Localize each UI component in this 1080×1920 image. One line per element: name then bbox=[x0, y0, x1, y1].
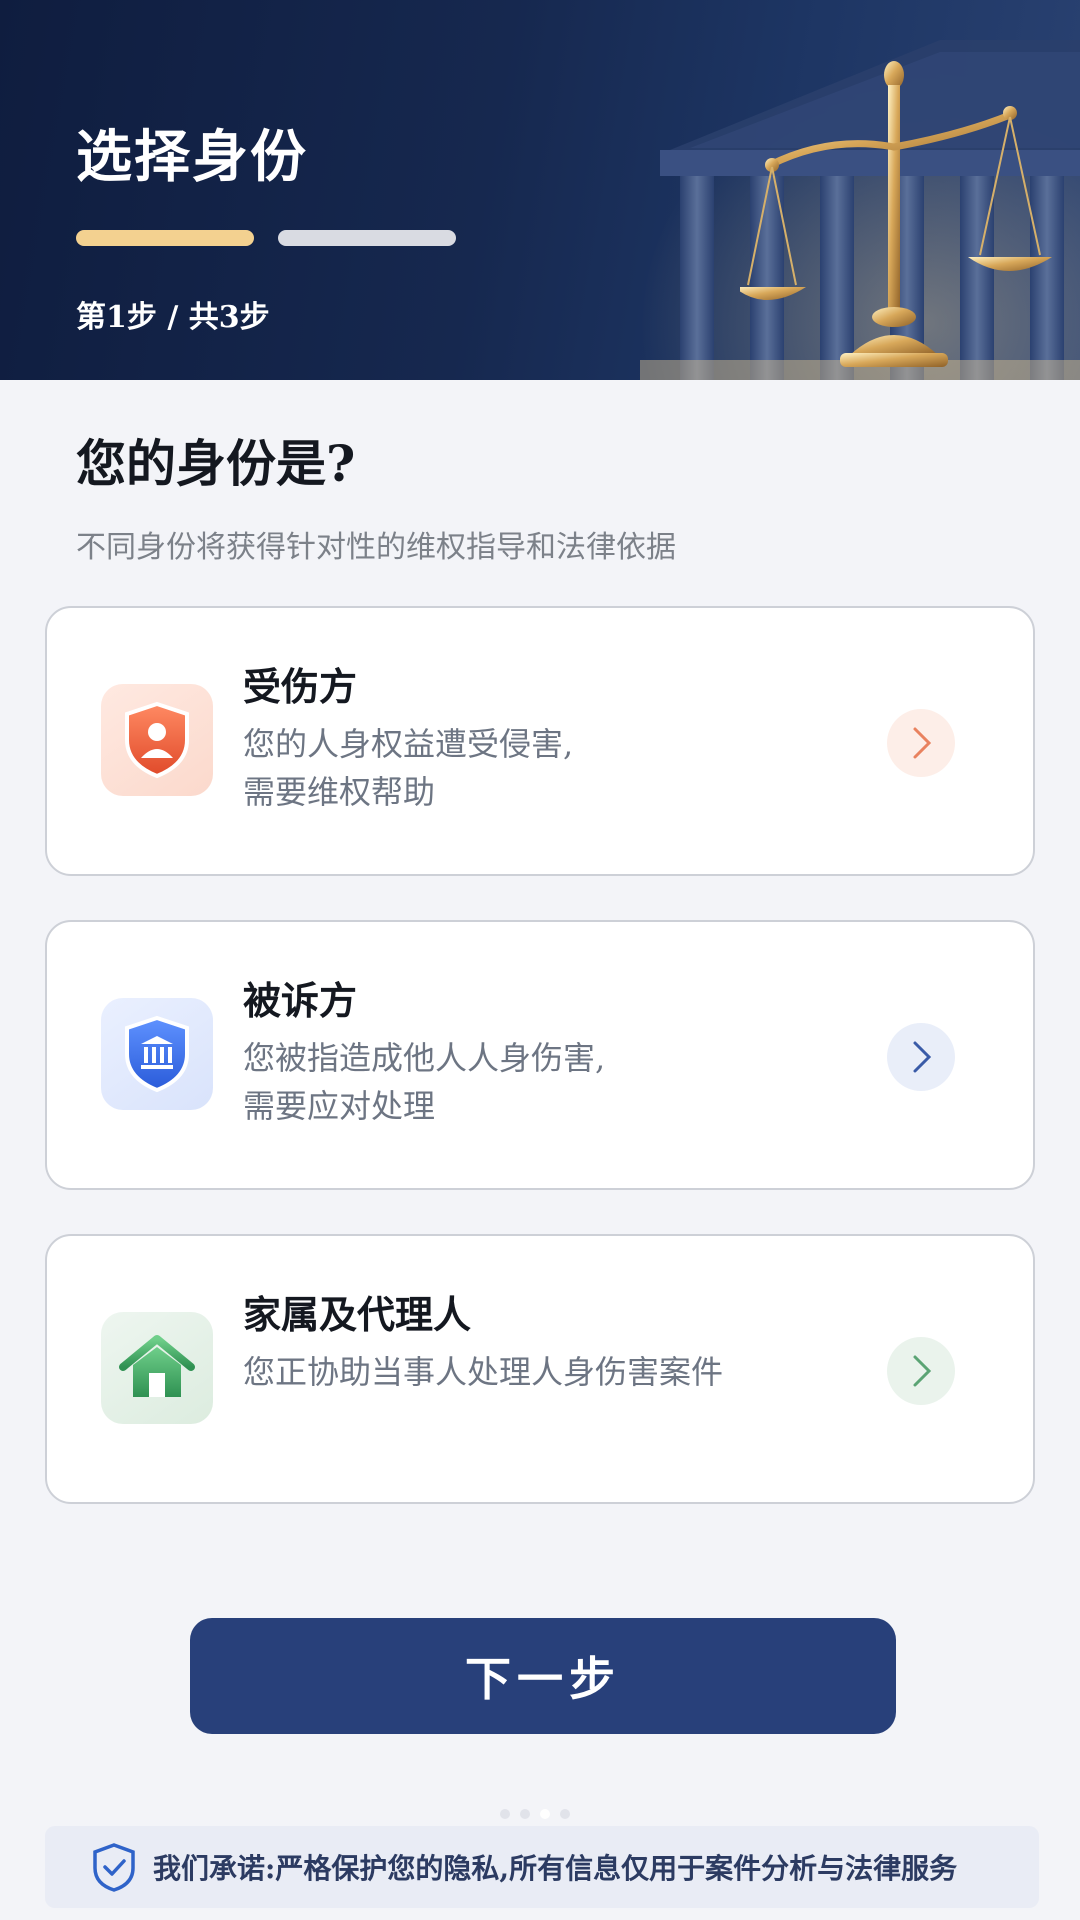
privacy-notice: 我们承诺:严格保护您的隐私,所有信息仅用于案件分析与法律服务 bbox=[45, 1826, 1039, 1908]
option-card-injured-party[interactable]: 受伤方 您的人身权益遭受侵害, 需要维权帮助 bbox=[45, 606, 1035, 876]
question-heading: 您的身份是? bbox=[76, 434, 356, 493]
step-indicator: 第1步 / 共3步 bbox=[76, 300, 270, 335]
courthouse-shield-icon bbox=[101, 998, 213, 1110]
page-title: 选择身份 bbox=[76, 124, 308, 190]
person-shield-icon bbox=[101, 684, 213, 796]
option-description: 您正协助当事人处理人身伤害案件 bbox=[243, 1353, 724, 1391]
chevron-right-icon[interactable] bbox=[887, 709, 955, 777]
option-title: 家属及代理人 bbox=[243, 1292, 472, 1337]
page-dot bbox=[520, 1809, 530, 1819]
progress-segment-completed bbox=[76, 230, 254, 246]
option-title: 被诉方 bbox=[243, 978, 358, 1023]
page-dot bbox=[500, 1809, 510, 1819]
chevron-right-icon[interactable] bbox=[887, 1023, 955, 1091]
house-icon bbox=[101, 1312, 213, 1424]
question-subtitle: 不同身份将获得针对性的维权指导和法律依据 bbox=[76, 530, 676, 565]
option-card-family-agent[interactable]: 家属及代理人 您正协助当事人处理人身伤害案件 bbox=[45, 1234, 1035, 1504]
step-progress-bar bbox=[76, 230, 456, 246]
option-card-defendant[interactable]: 被诉方 您被指造成他人人身伤害, 需要应对处理 bbox=[45, 920, 1035, 1190]
header-banner: 选择身份 第1步 / 共3步 bbox=[0, 0, 1080, 380]
option-description: 您的人身权益遭受侵害, 需要维权帮助 bbox=[243, 725, 574, 811]
page-dot bbox=[560, 1809, 570, 1819]
privacy-text: 我们承诺:严格保护您的隐私,所有信息仅用于案件分析与法律服务 bbox=[153, 1852, 958, 1885]
shield-check-icon bbox=[93, 1843, 135, 1892]
option-title: 受伤方 bbox=[243, 664, 358, 709]
option-description: 您被指造成他人人身伤害, 需要应对处理 bbox=[243, 1039, 606, 1125]
next-step-button[interactable]: 下一步 bbox=[190, 1618, 896, 1734]
scales-of-justice-illustration bbox=[740, 61, 1052, 367]
page-indicator bbox=[500, 1809, 570, 1819]
progress-segment-remaining bbox=[278, 230, 456, 246]
page-dot-active bbox=[540, 1809, 550, 1819]
chevron-right-icon[interactable] bbox=[887, 1337, 955, 1405]
